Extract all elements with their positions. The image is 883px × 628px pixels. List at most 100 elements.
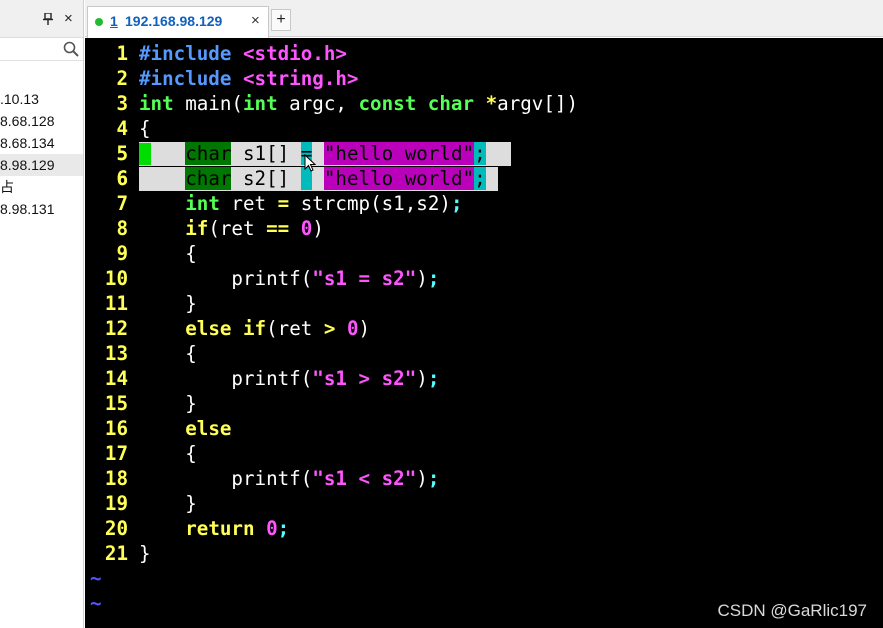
code-token: ) xyxy=(416,267,428,290)
line-number: 8 xyxy=(116,217,128,240)
session-item-label: 8.68.134 xyxy=(0,135,55,151)
session-item[interactable]: .10.13 xyxy=(0,88,83,110)
code-line: 10 printf("s1 = s2"); xyxy=(85,266,883,291)
tab-close-icon[interactable]: × xyxy=(251,12,260,29)
code-token: = xyxy=(277,192,290,215)
line-number: 21 xyxy=(104,542,128,565)
code-line: 21} xyxy=(85,541,883,566)
code-text: { xyxy=(139,341,197,366)
session-item[interactable]: 8.98.129 xyxy=(0,154,83,176)
code-token: <stdio.h> xyxy=(242,42,347,65)
code-token: s1[] xyxy=(231,142,301,165)
code-token: #include xyxy=(139,42,243,65)
line-number: 14 xyxy=(104,367,128,390)
code-token: ) xyxy=(416,367,428,390)
session-item-label: 8.68.128 xyxy=(0,113,55,129)
code-token: argv[]) xyxy=(497,92,579,115)
code-token: ; xyxy=(277,517,290,540)
line-number: 3 xyxy=(116,92,128,115)
terminal-area[interactable]: 1 #include <stdio.h> 2 #include <string.h> 3… xyxy=(85,38,883,628)
session-item-label: 占 xyxy=(0,179,14,195)
line-number: 19 xyxy=(104,492,128,515)
code-line: 2 #include <string.h> xyxy=(85,66,883,91)
code-token: "hello world" xyxy=(323,142,475,165)
code-text: { xyxy=(139,116,151,141)
tab-number: 1 xyxy=(110,13,118,29)
code-token: ; xyxy=(427,467,440,490)
code-token: ) xyxy=(416,467,428,490)
code-token: s2[] xyxy=(231,167,301,190)
code-text: if(ret == 0) xyxy=(139,216,324,241)
code-line: 3 int main(int argc, const char *argv[]) xyxy=(85,91,883,116)
add-tab-button[interactable]: + xyxy=(271,9,291,31)
code-text: } xyxy=(139,491,197,516)
code-text: { xyxy=(139,241,197,266)
code-text: #include <string.h> xyxy=(139,66,359,91)
code-line: 20 return 0; xyxy=(85,516,883,541)
code-token: printf( xyxy=(139,467,313,490)
code-token: ; xyxy=(427,367,440,390)
code-token: const char xyxy=(358,92,475,115)
code-token: ) xyxy=(358,317,371,340)
tilde-marker: ~ xyxy=(90,592,102,615)
code-token: else if xyxy=(185,317,267,340)
session-list: .10.13 8.68.128 8.68.134 8.98.129 占 8.98.131 xyxy=(0,88,83,220)
code-token: ; xyxy=(450,192,463,215)
code-token: "s1 < s2" xyxy=(312,467,417,490)
code-line: 15 } xyxy=(85,391,883,416)
code-text: return 0; xyxy=(139,516,289,541)
search-icon[interactable] xyxy=(63,41,79,57)
code-text: } xyxy=(139,291,197,316)
code-token: (ret xyxy=(208,217,267,240)
tab-session-1[interactable]: 1 192.168.98.129 × xyxy=(87,6,269,38)
line-number: 5 xyxy=(116,142,128,165)
code-token: "s1 > s2" xyxy=(312,367,417,390)
tab-bar: 1 192.168.98.129 × + xyxy=(85,0,883,38)
code-line: 13 { xyxy=(85,341,883,366)
code-text: } xyxy=(139,541,151,566)
pin-icon[interactable] xyxy=(43,13,53,25)
code-token: 0 xyxy=(346,317,359,340)
session-item[interactable]: 8.98.131 xyxy=(0,198,83,220)
line-number: 16 xyxy=(104,417,128,440)
code-text: printf("s1 = s2"); xyxy=(139,266,439,291)
code-line: 18 printf("s1 < s2"); xyxy=(85,466,883,491)
code-token: int xyxy=(242,92,278,115)
code-text: { xyxy=(139,441,197,466)
code-token: argc, xyxy=(277,92,359,115)
watermark: CSDN @GaRlic197 xyxy=(717,601,867,620)
code-token: ; xyxy=(427,267,440,290)
session-panel-header: × xyxy=(0,0,83,38)
code-token: 0 xyxy=(266,517,278,540)
code-token: else xyxy=(185,417,232,440)
code-token: return xyxy=(185,517,255,540)
code-line: 4{ xyxy=(85,116,883,141)
code-token: } xyxy=(139,292,197,315)
line-number: 13 xyxy=(104,342,128,365)
session-item[interactable]: 8.68.134 xyxy=(0,132,83,154)
close-panel-icon[interactable]: × xyxy=(64,11,73,27)
code-token: printf( xyxy=(139,267,313,290)
line-number: 17 xyxy=(104,442,128,465)
line-number: 12 xyxy=(104,317,128,340)
code-token: char xyxy=(185,167,232,190)
line-number: 9 xyxy=(116,242,128,265)
code-line: 14 printf("s1 > s2"); xyxy=(85,366,883,391)
code-token: char xyxy=(185,142,232,165)
code-token: ) xyxy=(312,217,324,240)
session-item[interactable]: 8.68.128 xyxy=(0,110,83,132)
code-token: ; xyxy=(474,142,486,165)
code-text: } xyxy=(139,391,197,416)
code-token: (ret xyxy=(266,317,324,340)
session-item[interactable]: 占 xyxy=(0,176,83,198)
code-token: strcmp(s1,s2) xyxy=(289,192,451,215)
connected-status-icon xyxy=(95,18,103,26)
session-search-input[interactable] xyxy=(0,39,83,61)
text-cursor xyxy=(139,143,151,165)
code-token: printf( xyxy=(139,367,313,390)
